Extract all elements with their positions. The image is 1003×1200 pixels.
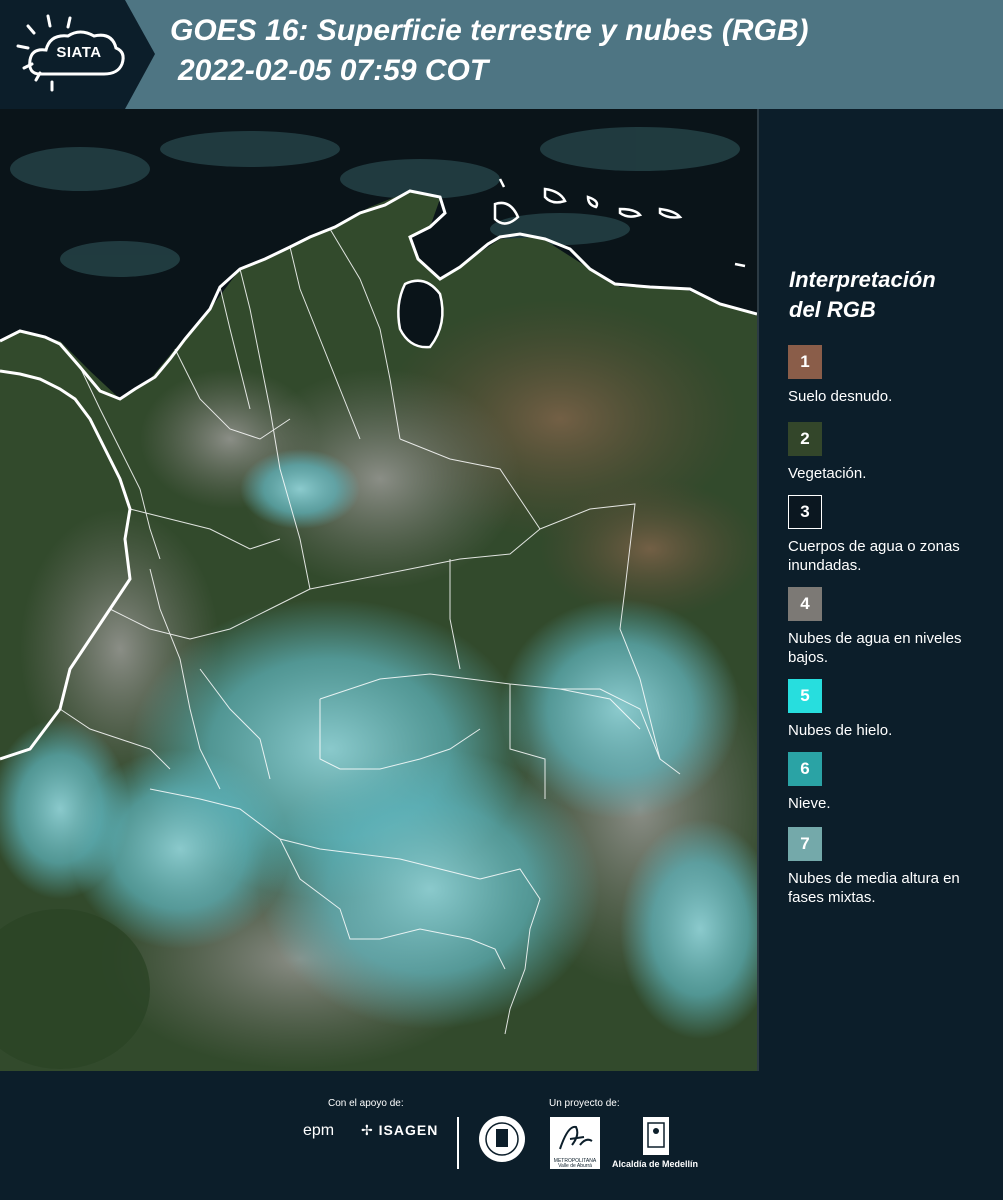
legend-item-vegetation: 2 Vegetación.	[788, 422, 998, 483]
alcaldia-shield-icon[interactable]	[643, 1117, 669, 1155]
page-title: GOES 16: Superficie terrestre y nubes (R…	[170, 14, 809, 47]
page-timestamp: 2022-02-05 07:59 COT	[178, 54, 489, 87]
legend-item-mid-clouds: 7 Nubes de media altura en fases mixtas.	[788, 827, 998, 907]
area-script-icon	[559, 1125, 593, 1150]
lake-maracaibo	[397, 279, 444, 349]
isagen-icon: ✢	[361, 1122, 374, 1138]
legend-swatch: 7	[788, 827, 822, 861]
legend-description: Nubes de media altura en fases mixtas.	[788, 870, 960, 906]
epm-logo[interactable]: epm	[303, 1122, 334, 1140]
siata-logo[interactable]: SIATA	[0, 0, 155, 109]
legend-description: Suelo desnudo.	[788, 388, 893, 405]
legend-item-low-clouds: 4 Nubes de agua en niveles bajos.	[788, 587, 998, 667]
footer-divider	[457, 1117, 459, 1169]
logo-text: SIATA	[56, 44, 102, 61]
legend-description: Nubes de agua en niveles bajos.	[788, 630, 962, 666]
legend-swatch: 1	[788, 345, 822, 379]
legend-item-bare-soil: 1 Suelo desnudo.	[788, 345, 998, 406]
satellite-map[interactable]	[0, 109, 759, 1071]
footer-bar: Con el apoyo de: Un proyecto de: epm ✢ I…	[0, 1071, 1003, 1200]
legend-swatch: 3	[788, 495, 822, 529]
medellin-seal-icon[interactable]	[478, 1115, 526, 1163]
legend-item-water-bodies: 3 Cuerpos de agua o zonas inundadas.	[788, 495, 998, 575]
legend-title: Interpretación del RGB	[789, 265, 989, 325]
legend-description: Nubes de hielo.	[788, 722, 893, 739]
legend-swatch: 2	[788, 422, 822, 456]
legend-title-line2: del RGB	[789, 297, 876, 322]
alcaldia-text: Alcaldía de Medellín	[612, 1159, 699, 1169]
legend-item-snow: 6 Nieve.	[788, 752, 998, 813]
legend-description: Vegetación.	[788, 465, 867, 482]
legend-title-line1: Interpretación	[789, 267, 936, 292]
legend-swatch: 5	[788, 679, 822, 713]
isagen-logo[interactable]: ✢ ISAGEN	[361, 1122, 438, 1139]
legend-description: Nieve.	[788, 795, 831, 812]
isagen-text: ISAGEN	[378, 1122, 439, 1138]
satellite-image	[0, 109, 757, 1071]
legend-panel: Interpretación del RGB 1 Suelo desnudo. …	[762, 109, 1003, 1071]
project-label: Un proyecto de:	[549, 1098, 620, 1109]
header-bar: SIATA GOES 16: Superficie terrestre y nu…	[0, 0, 1003, 109]
legend-description: Cuerpos de agua o zonas inundadas.	[788, 538, 960, 574]
area-metropolitana-text: METROPOLITANA Valle de Aburrá	[553, 1158, 597, 1169]
support-label: Con el apoyo de:	[328, 1098, 404, 1109]
legend-swatch: 4	[788, 587, 822, 621]
legend-swatch: 6	[788, 752, 822, 786]
legend-item-ice-clouds: 5 Nubes de hielo.	[788, 679, 998, 740]
